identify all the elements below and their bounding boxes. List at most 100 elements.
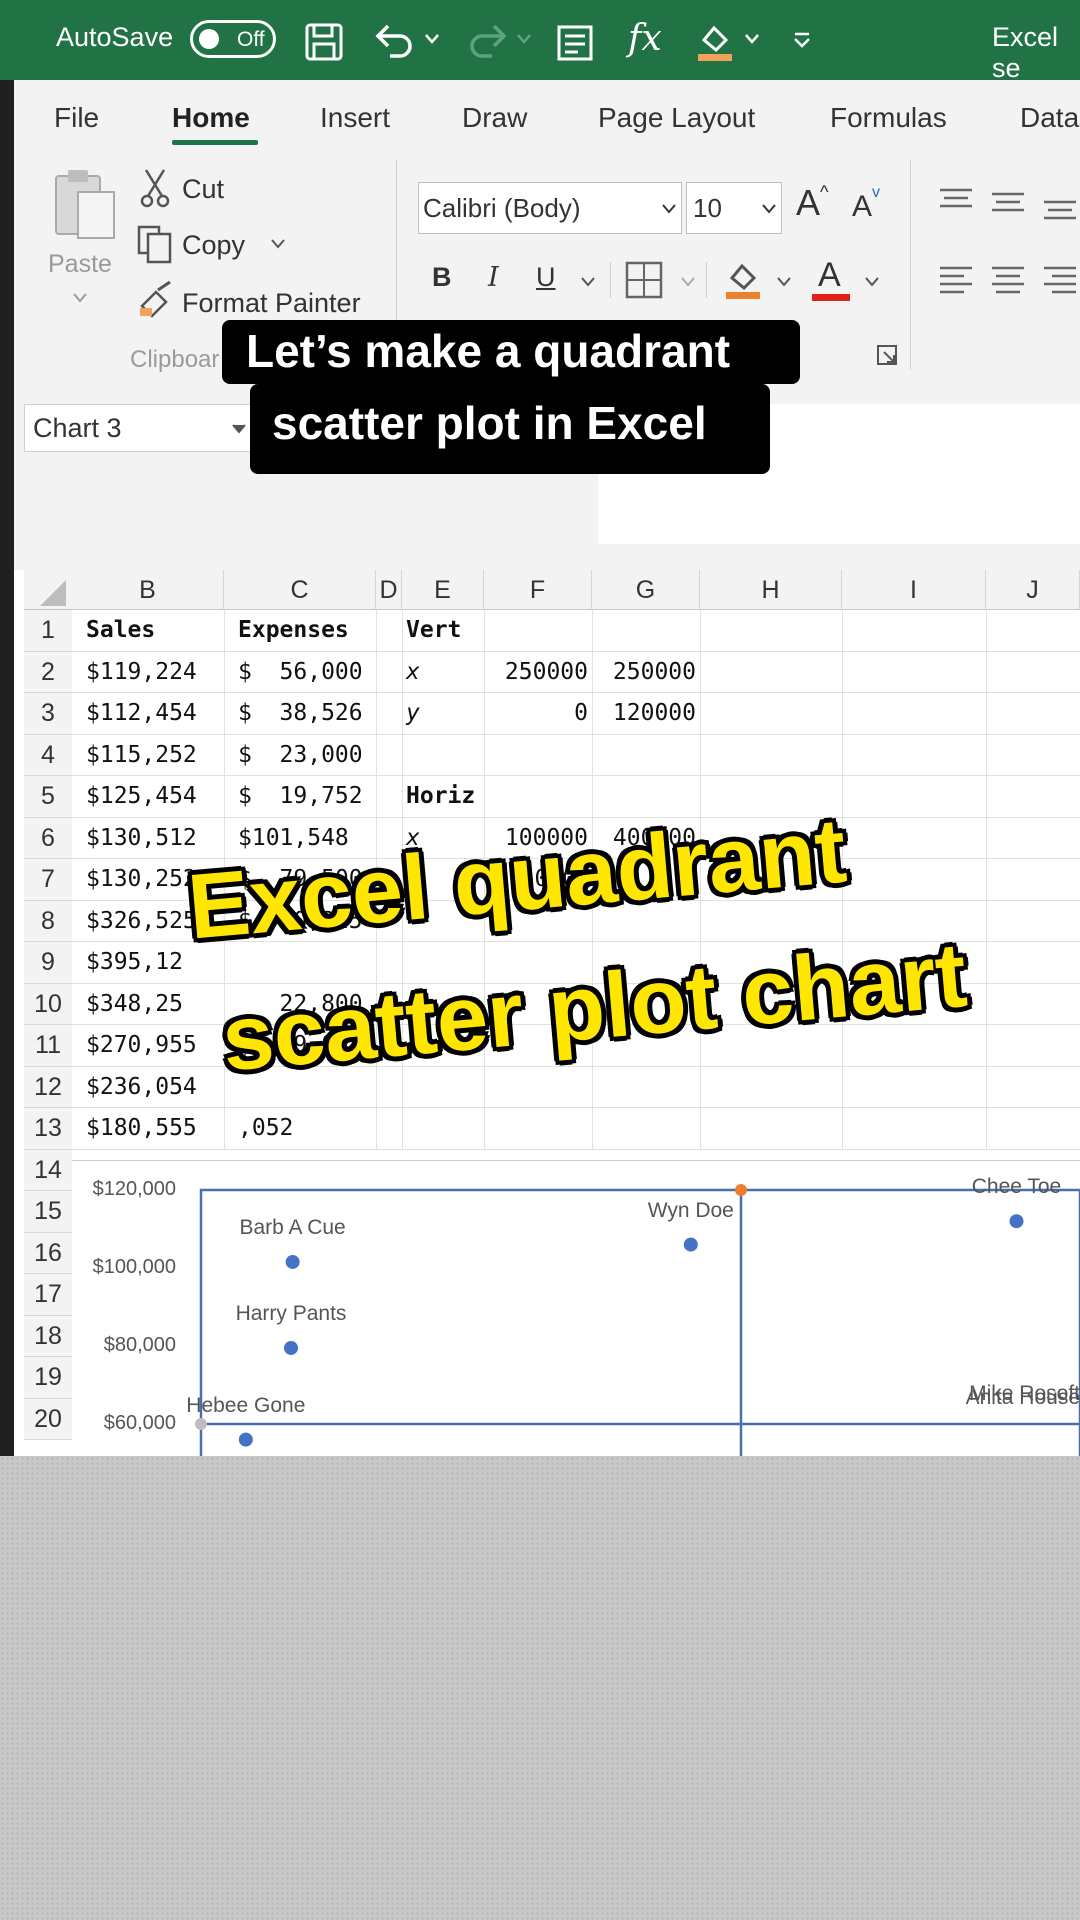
cell-b11[interactable]: $270,955 xyxy=(86,1025,197,1067)
cell-b2[interactable]: $119,224 xyxy=(86,652,197,694)
chevron-down-icon[interactable] xyxy=(424,32,440,46)
select-all-corner[interactable] xyxy=(24,570,72,610)
cell-b7[interactable]: $130,252 xyxy=(86,859,197,901)
row-header[interactable]: 1 xyxy=(24,610,72,652)
column-header-j[interactable]: J xyxy=(986,570,1080,610)
form-icon[interactable] xyxy=(556,22,596,62)
cell-b6[interactable]: $130,512 xyxy=(86,818,197,860)
column-header-i[interactable]: I xyxy=(842,570,986,610)
cell-c3[interactable]: $ 38,526 xyxy=(238,693,363,735)
tab-insert[interactable]: Insert xyxy=(320,102,390,134)
cell-e2[interactable]: x xyxy=(406,652,420,694)
column-header-f[interactable]: F xyxy=(484,570,592,610)
row-header[interactable]: 4 xyxy=(24,734,72,776)
chevron-down-icon[interactable] xyxy=(680,276,696,288)
row-header[interactable]: 10 xyxy=(24,983,72,1025)
chevron-down-icon[interactable] xyxy=(270,238,286,250)
customize-icon[interactable] xyxy=(792,30,812,50)
fill-color-icon[interactable] xyxy=(722,258,766,302)
row-header[interactable]: 13 xyxy=(24,1108,72,1150)
row-header[interactable]: 12 xyxy=(24,1066,72,1108)
chevron-down-icon[interactable] xyxy=(744,32,760,46)
row-header[interactable]: 6 xyxy=(24,817,72,859)
tab-formulas[interactable]: Formulas xyxy=(830,102,947,134)
cell-c5[interactable]: $ 19,752 xyxy=(238,776,363,818)
row-header[interactable]: 7 xyxy=(24,859,72,901)
column-header-c[interactable]: C xyxy=(224,570,376,610)
cell-b9[interactable]: $395,12 xyxy=(86,942,183,984)
scatter-point[interactable] xyxy=(285,1254,300,1269)
shrink-font-button[interactable]: A xyxy=(852,190,872,224)
row-header[interactable]: 9 xyxy=(24,942,72,984)
column-header-h[interactable]: H xyxy=(700,570,842,610)
scatter-point[interactable] xyxy=(284,1340,298,1355)
row-header[interactable]: 5 xyxy=(24,776,72,818)
cell-c1[interactable]: Expenses xyxy=(238,610,349,652)
cell-f2[interactable]: 250000 xyxy=(484,652,588,694)
autosave-toggle[interactable]: Off xyxy=(190,20,276,58)
scatter-point[interactable] xyxy=(1009,1214,1024,1229)
cell-c13[interactable]: ,052 xyxy=(238,1108,293,1150)
row-header[interactable]: 8 xyxy=(24,900,72,942)
bold-button[interactable]: B xyxy=(432,262,452,293)
cell-b5[interactable]: $125,454 xyxy=(86,776,197,818)
font-size-dropdown[interactable]: 10 xyxy=(686,182,782,234)
row-header[interactable]: 20 xyxy=(24,1398,72,1440)
row-header[interactable]: 17 xyxy=(24,1274,72,1316)
paste-button[interactable]: Paste xyxy=(48,250,112,279)
tab-draw[interactable]: Draw xyxy=(462,102,527,134)
cell-e3[interactable]: y xyxy=(406,693,420,735)
undo-icon[interactable] xyxy=(372,22,416,62)
chevron-down-icon[interactable] xyxy=(516,32,532,46)
column-header-b[interactable]: B xyxy=(72,570,224,610)
row-header[interactable]: 3 xyxy=(24,693,72,735)
row-header[interactable]: 2 xyxy=(24,651,72,693)
scatter-chart[interactable]: $120,000 $100,000 $80,000 $60,000 Barb A… xyxy=(72,1160,1080,1461)
font-color-button[interactable]: A xyxy=(818,256,841,295)
font-name-dropdown[interactable]: Calibri (Body) xyxy=(418,182,682,234)
tab-page-layout[interactable]: Page Layout xyxy=(598,102,755,134)
tab-file[interactable]: File xyxy=(54,102,99,134)
cell-g2[interactable]: 250000 xyxy=(592,652,696,694)
format-painter-button[interactable]: Format Painter xyxy=(182,288,361,319)
row-header[interactable]: 15 xyxy=(24,1191,72,1233)
paste-icon[interactable] xyxy=(50,166,120,246)
save-icon[interactable] xyxy=(304,22,344,62)
name-box[interactable]: Chart 3 xyxy=(24,404,252,452)
borders-icon[interactable] xyxy=(624,260,664,300)
chevron-down-icon[interactable] xyxy=(580,276,596,288)
cell-c2[interactable]: $ 56,000 xyxy=(238,652,363,694)
fill-color-icon[interactable] xyxy=(694,20,738,64)
row-header[interactable]: 16 xyxy=(24,1232,72,1274)
row-header[interactable]: 14 xyxy=(24,1149,72,1191)
cell-e1[interactable]: Vert xyxy=(406,610,461,652)
cell-b10[interactable]: $348,25 xyxy=(86,984,183,1026)
cell-b1[interactable]: Sales xyxy=(86,610,155,652)
cut-button[interactable]: Cut xyxy=(182,174,224,205)
cell-b3[interactable]: $112,454 xyxy=(86,693,197,735)
italic-button[interactable]: I xyxy=(488,262,499,293)
chevron-down-icon[interactable] xyxy=(864,276,880,288)
cell-b13[interactable]: $180,555 xyxy=(86,1108,197,1150)
column-header-g[interactable]: G xyxy=(592,570,700,610)
chevron-down-icon[interactable] xyxy=(72,292,88,304)
cell-g3[interactable]: 120000 xyxy=(592,693,696,735)
tab-data[interactable]: Data xyxy=(1020,102,1079,134)
cell-f3[interactable]: 0 xyxy=(484,693,588,735)
grow-font-button[interactable]: A xyxy=(796,182,820,224)
scatter-point[interactable] xyxy=(683,1237,698,1252)
cell-b4[interactable]: $115,252 xyxy=(86,735,197,777)
scatter-point[interactable] xyxy=(238,1432,253,1447)
cell-b8[interactable]: $326,525 xyxy=(86,901,197,943)
row-header[interactable]: 11 xyxy=(24,1025,72,1067)
tab-home[interactable]: Home xyxy=(172,102,250,134)
cell-b12[interactable]: $236,054 xyxy=(86,1067,197,1109)
underline-button[interactable]: U xyxy=(536,262,556,293)
row-header[interactable]: 19 xyxy=(24,1357,72,1399)
column-header-d[interactable]: D xyxy=(376,570,402,610)
dialog-launcher-icon[interactable] xyxy=(876,344,900,368)
cell-c4[interactable]: $ 23,000 xyxy=(238,735,363,777)
vertical-align-icons[interactable] xyxy=(936,184,1080,224)
horizontal-align-icons[interactable] xyxy=(936,262,1080,302)
cell-e5[interactable]: Horiz xyxy=(406,776,475,818)
